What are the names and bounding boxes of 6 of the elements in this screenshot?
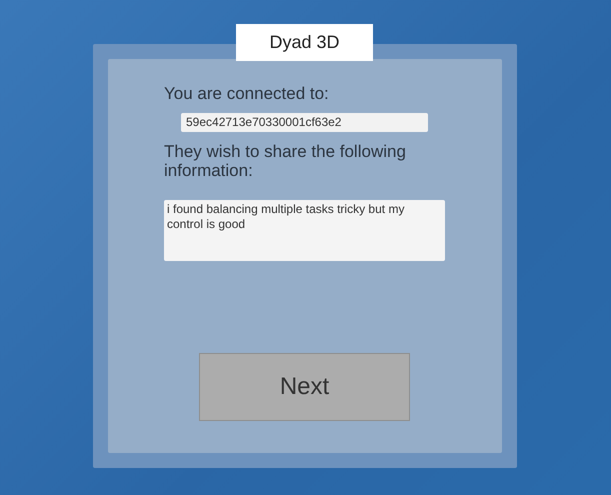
shared-info-box[interactable]: i found balancing multiple tasks tricky but my control is good [164, 200, 445, 261]
next-button[interactable]: Next [199, 353, 410, 421]
share-label: They wish to share the following information: [164, 142, 407, 180]
connected-label: You are connected to: [164, 84, 330, 103]
app-title: Dyad 3D [236, 24, 373, 61]
partner-id-field[interactable]: 59ec42713e70330001cf63e2 [181, 113, 428, 132]
